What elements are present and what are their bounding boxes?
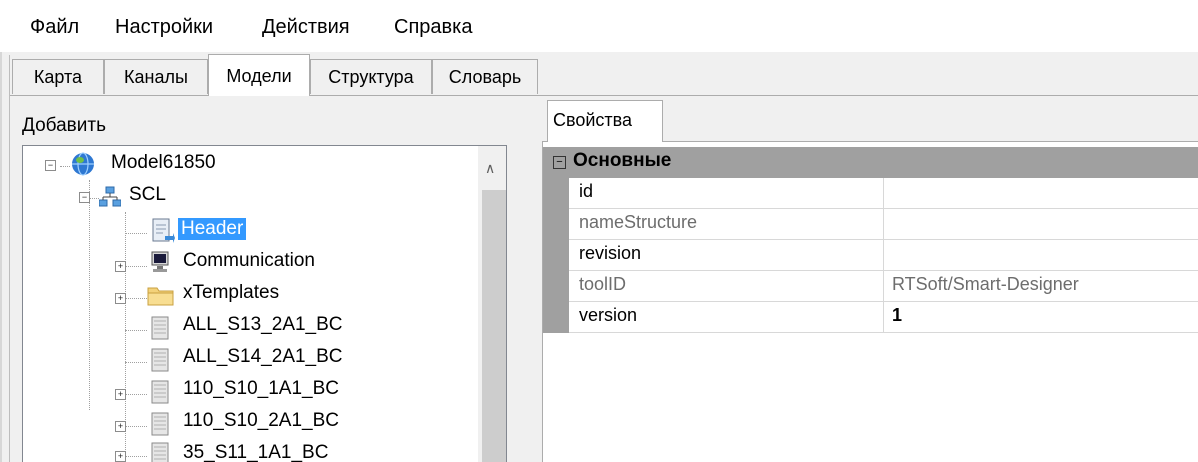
tree-item-device[interactable]: ALL_S14_2A1_BC [183, 346, 343, 368]
property-value: 1 [892, 305, 903, 325]
tree-item-device[interactable]: 35_S11_1A1_BC [183, 442, 328, 462]
expand-toggle[interactable]: + [115, 261, 126, 272]
tab-channels[interactable]: Каналы [104, 59, 208, 94]
tree-connector [125, 330, 147, 331]
server-icon [151, 316, 169, 340]
server-icon [151, 380, 169, 404]
add-button[interactable]: Добавить [22, 115, 106, 137]
group-collapse-icon[interactable]: − [553, 156, 566, 169]
tree-connector [125, 233, 147, 234]
property-row-id[interactable]: id [569, 178, 1198, 209]
tree-item-device[interactable]: ALL_S13_2A1_BC [183, 314, 343, 336]
property-name: version [579, 305, 638, 325]
property-name: nameStructure [579, 212, 698, 232]
property-grid: − Основные id nameStructure revision too… [542, 142, 1198, 462]
tree-item-xtemplates[interactable]: xTemplates [183, 282, 279, 304]
model-tree[interactable]: − Model61850 − SCL Header + Communicatio… [22, 145, 507, 462]
server-icon [151, 412, 169, 436]
tree-connector [125, 298, 147, 299]
tree-item-device[interactable]: 110_S10_1A1_BC [183, 378, 339, 400]
menu-file[interactable]: Файл [30, 16, 79, 39]
property-row-toolid[interactable]: toolID RTSoft/Smart-Designer [569, 271, 1198, 302]
tab-dictionary[interactable]: Словарь [432, 59, 538, 94]
tree-scrollbar[interactable]: ∧ [478, 146, 506, 462]
document-icon [152, 218, 175, 243]
property-value-cell[interactable]: RTSoft/Smart-Designer [883, 271, 1198, 301]
scrollbar-thumb[interactable] [482, 190, 506, 462]
property-name: id [579, 181, 594, 201]
scroll-up-icon[interactable]: ∧ [485, 160, 495, 177]
tab-structure[interactable]: Структура [310, 59, 432, 94]
tree-connector [89, 180, 90, 410]
property-name: revision [579, 243, 642, 263]
menu-bar: Файл Настройки Действия Справка [0, 0, 1198, 52]
panel-splitter[interactable] [536, 96, 540, 462]
property-row-namestructure[interactable]: nameStructure [569, 209, 1198, 240]
tree-connector [60, 166, 70, 167]
tree-item-model61850[interactable]: Model61850 [111, 152, 216, 174]
tree-item-device[interactable]: 110_S10_2A1_BC [183, 410, 339, 432]
tree-connector [89, 198, 99, 199]
property-value: RTSoft/Smart-Designer [892, 274, 1079, 294]
property-value-cell[interactable] [883, 178, 1198, 208]
expand-toggle[interactable]: + [115, 421, 126, 432]
tree-connector [125, 456, 147, 457]
property-row-version[interactable]: version 1 [569, 302, 1198, 333]
tree-connector [125, 426, 147, 427]
property-value-cell[interactable]: 1 [883, 302, 1198, 332]
property-value-cell[interactable] [883, 209, 1198, 239]
tree-item-header[interactable]: Header [178, 218, 247, 240]
tab-map[interactable]: Карта [12, 59, 104, 94]
property-row-revision[interactable]: revision [569, 240, 1198, 271]
tree-connector [125, 266, 147, 267]
property-name: toolID [579, 274, 627, 294]
property-value-cell[interactable] [883, 240, 1198, 270]
tree-connector [125, 362, 147, 363]
property-group-header[interactable]: − Основные [543, 147, 1198, 178]
globe-icon [72, 152, 94, 176]
group-label: Основные [573, 150, 672, 171]
collapse-toggle[interactable]: − [45, 160, 56, 171]
window-edge [0, 0, 2, 462]
tree-connector [125, 394, 147, 395]
menu-help[interactable]: Справка [394, 16, 472, 39]
server-icon [151, 348, 169, 372]
tree-item-scl[interactable]: SCL [129, 184, 166, 206]
server-icon [151, 442, 169, 462]
computer-icon [151, 251, 169, 272]
expand-toggle[interactable]: + [115, 293, 126, 304]
expand-toggle[interactable]: + [115, 451, 126, 462]
main-tabs: Карта Каналы Модели Структура Словарь [10, 54, 1198, 96]
tab-models[interactable]: Модели [208, 54, 310, 96]
collapse-toggle[interactable]: − [79, 192, 90, 203]
tree-item-communication[interactable]: Communication [183, 250, 315, 272]
menu-actions[interactable]: Действия [262, 16, 350, 39]
folder-icon [147, 287, 174, 306]
expand-toggle[interactable]: + [115, 389, 126, 400]
property-margin [543, 178, 569, 333]
menu-settings[interactable]: Настройки [115, 16, 213, 39]
tab-properties[interactable]: Свойства [547, 100, 663, 142]
network-icon [99, 186, 121, 207]
